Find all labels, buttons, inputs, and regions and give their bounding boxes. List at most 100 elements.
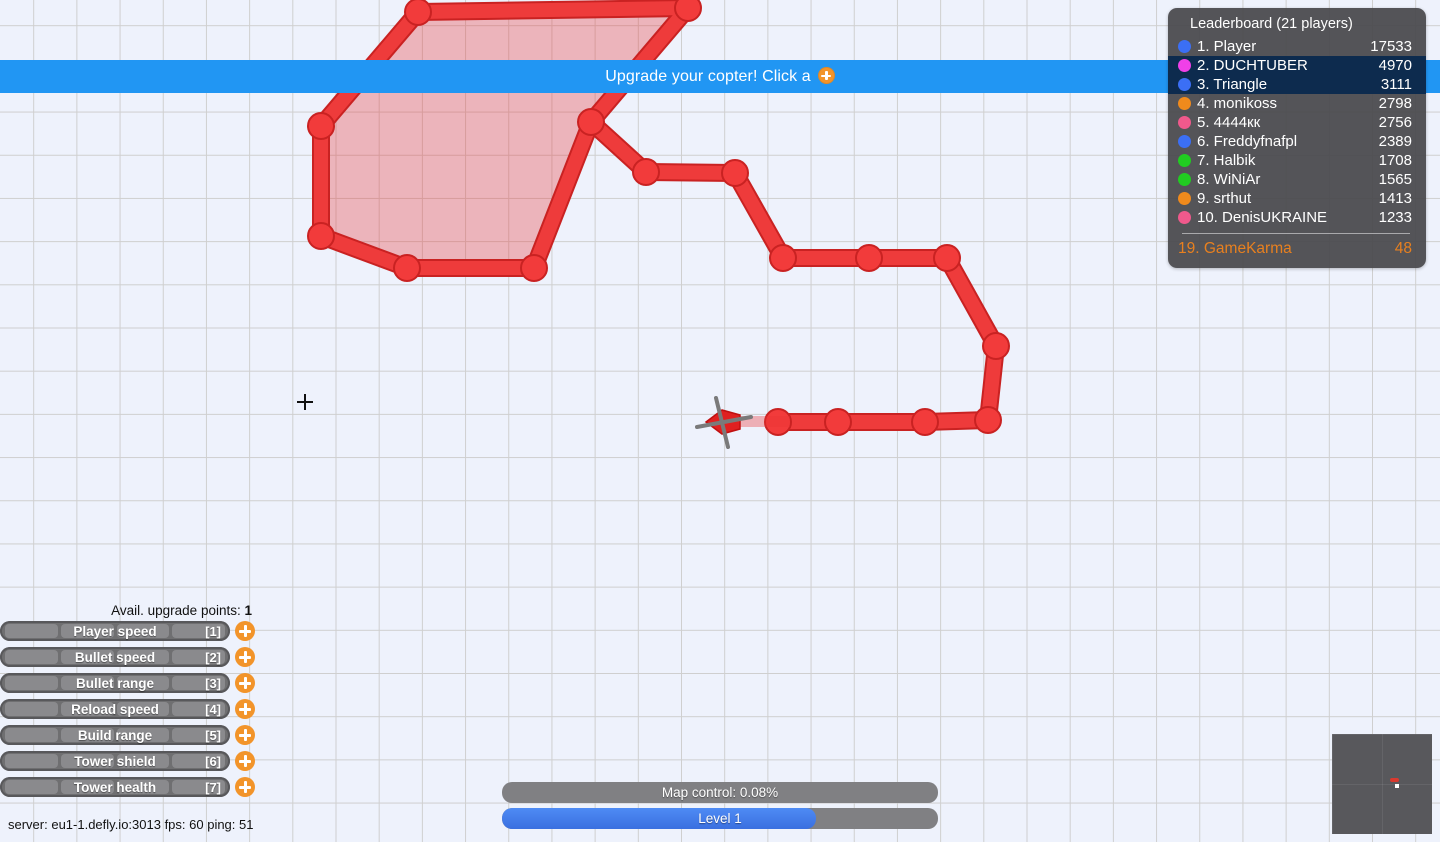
upgrade-slot xyxy=(116,650,170,664)
leaderboard-player-score: 1233 xyxy=(1378,209,1412,226)
upgrade-row-reload-speed[interactable]: Reload speed [4] xyxy=(0,698,266,720)
upgrade-slot xyxy=(5,728,58,742)
plus-circle-icon xyxy=(817,67,835,84)
upgrade-slot xyxy=(5,780,58,794)
leaderboard-row: 10. DenisUKRAINE 1233 xyxy=(1168,208,1426,227)
upgrade-slot xyxy=(60,650,114,664)
leaderboard-player-score: 4970 xyxy=(1378,57,1412,74)
tower-link xyxy=(411,1,695,19)
leaderboard-player-score: 17533 xyxy=(1370,38,1412,55)
leaderboard-player-score: 2756 xyxy=(1378,114,1412,131)
tower-node[interactable] xyxy=(632,158,660,186)
upgrade-slot xyxy=(60,702,114,716)
leaderboard-row: 2. DUCHTUBER 4970 xyxy=(1168,56,1426,75)
upgrade-panel[interactable]: Avail. upgrade points: 1 Player speed [1]… xyxy=(0,602,266,802)
leaderboard-player-name: 4. monikoss xyxy=(1197,95,1278,112)
tower-node[interactable] xyxy=(307,112,335,140)
upgrade-slot xyxy=(116,702,170,716)
tower-node[interactable] xyxy=(911,408,939,436)
upgrade-rows[interactable]: Player speed [1] Bullet speed [2] Bullet ran… xyxy=(0,620,266,798)
upgrade-plus-button[interactable] xyxy=(235,725,255,745)
tower-node[interactable] xyxy=(674,0,702,22)
server-info-text: server: eu1-1.defly.io:3013 fps: 60 ping… xyxy=(8,817,254,832)
leaderboard-player-score: 1708 xyxy=(1378,152,1412,169)
tower-node[interactable] xyxy=(393,254,421,282)
tower-node[interactable] xyxy=(404,0,432,26)
upgrade-row-bullet-range[interactable]: Bullet range [3] xyxy=(0,672,266,694)
tower-node[interactable] xyxy=(769,244,797,272)
leaderboard-player-name: 1. Player xyxy=(1197,38,1257,55)
upgrade-hotkey: [3] xyxy=(205,675,221,691)
tower-node[interactable] xyxy=(982,332,1010,360)
tower-node[interactable] xyxy=(855,244,883,272)
upgrade-bar[interactable]: Build range [5] xyxy=(0,725,230,745)
upgrade-plus-button[interactable] xyxy=(235,777,255,797)
leaderboard-self-row: 19. GameKarma 48 xyxy=(1168,238,1426,260)
leaderboard-row: 6. Freddyfnafpl 2389 xyxy=(1168,132,1426,151)
leaderboard-divider xyxy=(1182,233,1410,234)
upgrade-plus-button[interactable] xyxy=(235,673,255,693)
upgrade-row-tower-shield[interactable]: Tower shield [6] xyxy=(0,750,266,772)
player-color-dot xyxy=(1178,97,1191,110)
upgrade-plus-button[interactable] xyxy=(235,621,255,641)
leaderboard-player-name: 9. srthut xyxy=(1197,190,1252,207)
tower-node[interactable] xyxy=(721,159,749,187)
leaderboard-player-score: 1413 xyxy=(1378,190,1412,207)
leaderboard-row: 1. Player 17533 xyxy=(1168,37,1426,56)
upgrade-slot xyxy=(116,754,170,768)
map-control-bar: Map control: 0.08% xyxy=(502,782,938,803)
upgrade-plus-button[interactable] xyxy=(235,751,255,771)
leaderboard-row: 7. Halbik 1708 xyxy=(1168,151,1426,170)
minimap-territory-marker xyxy=(1390,778,1399,782)
upgrade-slot xyxy=(60,624,114,638)
level-bar: Level 1 xyxy=(502,808,938,829)
upgrade-slot xyxy=(5,676,58,690)
tower-node[interactable] xyxy=(974,406,1002,434)
upgrade-plus-button[interactable] xyxy=(235,647,255,667)
upgrade-plus-button[interactable] xyxy=(235,699,255,719)
upgrade-bar[interactable]: Bullet speed [2] xyxy=(0,647,230,667)
upgrade-slots xyxy=(0,621,230,641)
leaderboard-self-name: 19. GameKarma xyxy=(1178,240,1395,258)
upgrade-slots xyxy=(0,751,230,771)
leaderboard-panel: Leaderboard (21 players) 1. Player 17533 2… xyxy=(1168,8,1426,268)
leaderboard-player-score: 3111 xyxy=(1380,76,1412,93)
upgrade-bar[interactable]: Tower health [7] xyxy=(0,777,230,797)
upgrade-bar[interactable]: Tower shield [6] xyxy=(0,751,230,771)
game-viewport[interactable]: Upgrade your copter! Click a Leaderboard… xyxy=(0,0,1440,842)
available-points-label: Avail. upgrade points: 1 xyxy=(0,602,266,620)
leaderboard-row: 3. Triangle 3111 xyxy=(1168,75,1426,94)
leaderboard-player-name: 8. WiNiAr xyxy=(1197,171,1261,188)
tower-node[interactable] xyxy=(307,222,335,250)
upgrade-bar[interactable]: Bullet range [3] xyxy=(0,673,230,693)
tower-node[interactable] xyxy=(824,408,852,436)
upgrade-slot xyxy=(60,676,114,690)
upgrade-row-tower-health[interactable]: Tower health [7] xyxy=(0,776,266,798)
minimap-player-marker xyxy=(1395,784,1399,788)
upgrade-bar[interactable]: Player speed [1] xyxy=(0,621,230,641)
player-color-dot xyxy=(1178,135,1191,148)
leaderboard-player-score: 2798 xyxy=(1378,95,1412,112)
leaderboard-self-nick: GameKarma xyxy=(1203,240,1292,257)
tower-node[interactable] xyxy=(577,108,605,136)
tower-link xyxy=(940,251,1003,353)
leaderboard-player-score: 2389 xyxy=(1378,133,1412,150)
leaderboard-row: 9. srthut 1413 xyxy=(1168,189,1426,208)
leaderboard-row: 8. WiNiAr 1565 xyxy=(1168,170,1426,189)
leaderboard-player-score: 1565 xyxy=(1378,171,1412,188)
player-color-dot xyxy=(1178,173,1191,186)
upgrade-row-player-speed[interactable]: Player speed [1] xyxy=(0,620,266,642)
upgrade-slot xyxy=(5,650,58,664)
minimap[interactable] xyxy=(1332,734,1432,834)
upgrade-row-build-range[interactable]: Build range [5] xyxy=(0,724,266,746)
upgrade-slots xyxy=(0,647,230,667)
tower-node[interactable] xyxy=(520,254,548,282)
player-color-dot xyxy=(1178,192,1191,205)
leaderboard-rows: 1. Player 17533 2. DUCHTUBER 4970 3. Triangl… xyxy=(1168,37,1426,227)
player-color-dot xyxy=(1178,211,1191,224)
upgrade-row-bullet-speed[interactable]: Bullet speed [2] xyxy=(0,646,266,668)
upgrade-bar[interactable]: Reload speed [4] xyxy=(0,699,230,719)
tower-node[interactable] xyxy=(933,244,961,272)
leaderboard-player-name: 5. 4444кк xyxy=(1197,114,1261,131)
upgrade-hotkey: [1] xyxy=(205,623,221,639)
